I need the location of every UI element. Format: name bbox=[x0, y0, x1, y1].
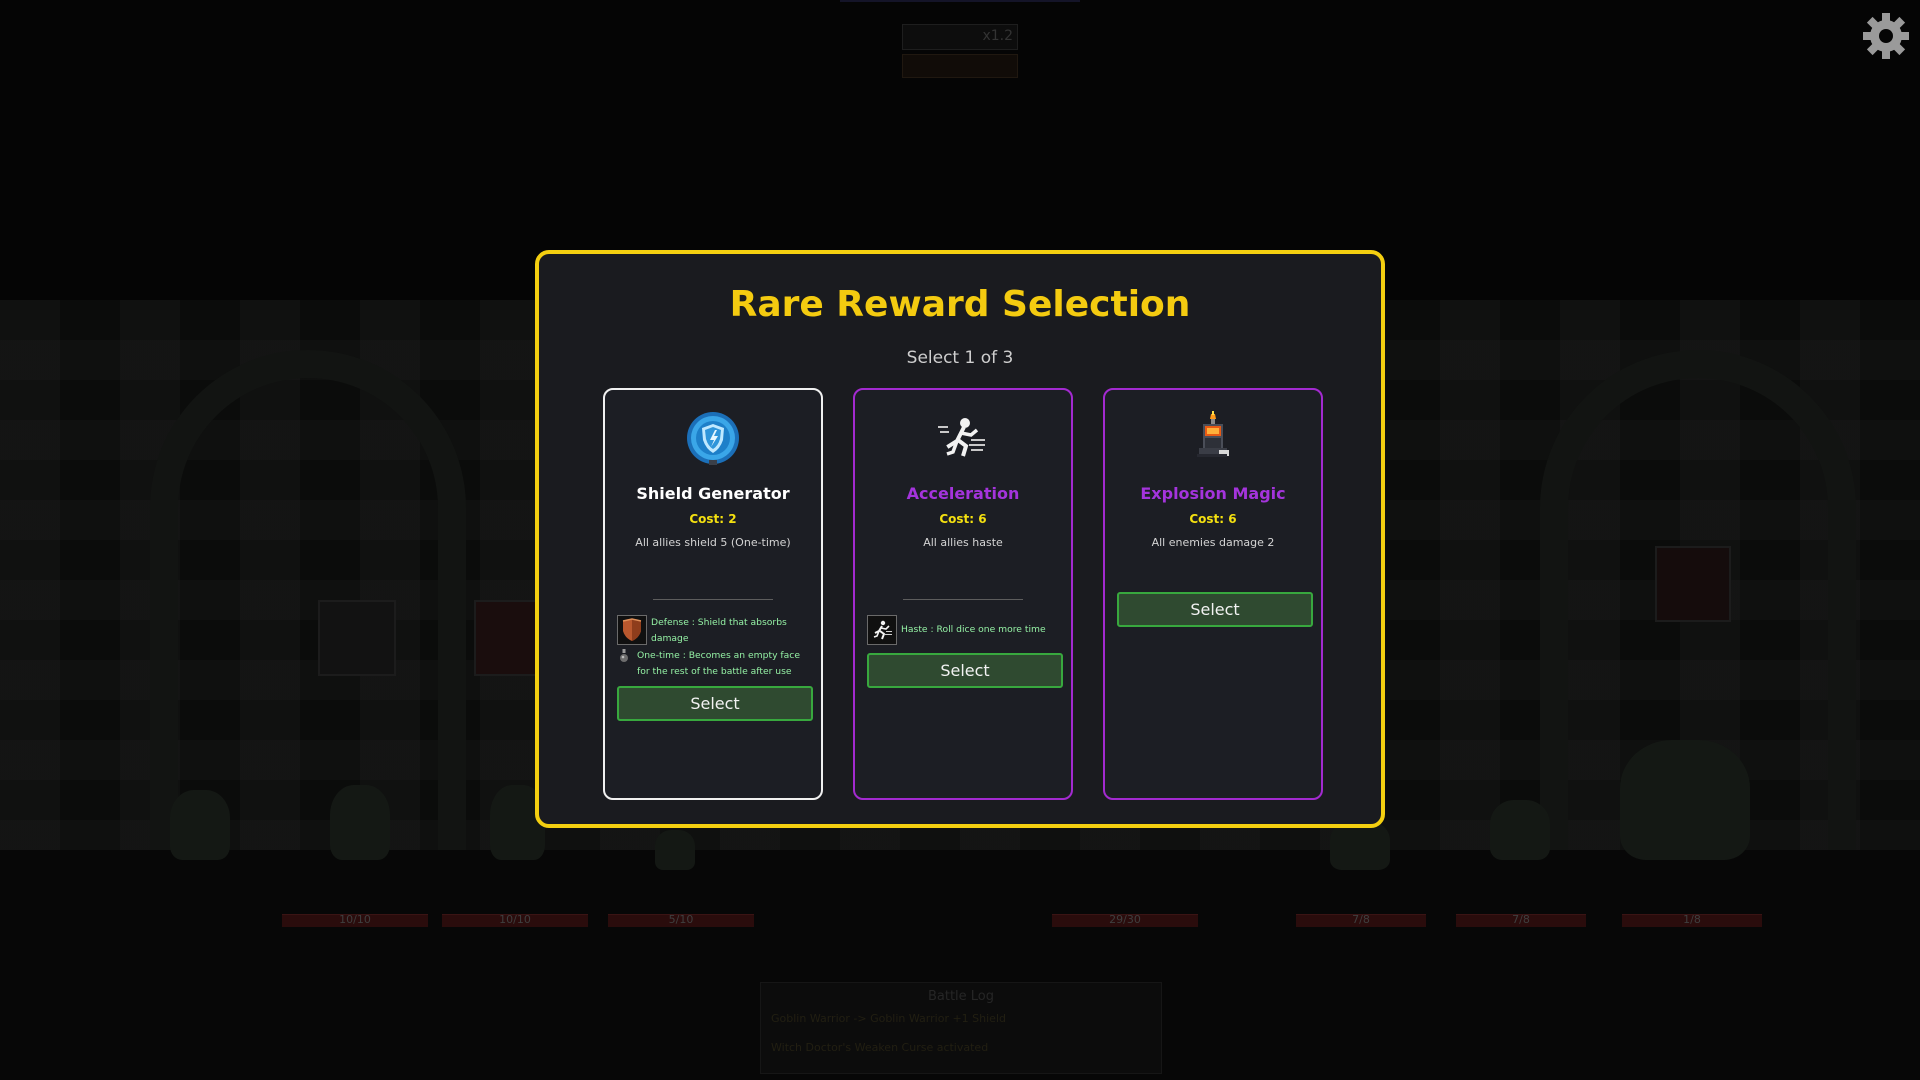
card-description: All enemies damage 2 bbox=[1151, 536, 1275, 549]
card-description: All allies shield 5 (One-time) bbox=[635, 536, 791, 549]
select-button[interactable]: Select bbox=[617, 686, 813, 721]
keyword-one-time: One-time : Becomes an empty face for the… bbox=[617, 648, 811, 680]
top-progress-bar bbox=[840, 0, 1080, 2]
battle-log: Battle Log Goblin Warrior -> Goblin Warr… bbox=[760, 982, 1162, 1074]
hp-bar: 1/8 bbox=[1622, 913, 1762, 927]
hp-bar: 7/8 bbox=[1296, 913, 1426, 927]
treasure-chest-tile bbox=[318, 600, 396, 676]
card-divider bbox=[653, 599, 773, 600]
sword-tile bbox=[1655, 546, 1731, 622]
shield-generator-icon bbox=[685, 410, 741, 466]
card-cost: Cost: 2 bbox=[689, 512, 737, 526]
banner-tile bbox=[474, 600, 538, 676]
card-name: Acceleration bbox=[906, 484, 1020, 503]
enemy-sprite bbox=[1490, 800, 1550, 860]
enemy-boss-sprite bbox=[1620, 740, 1750, 860]
card-cost: Cost: 6 bbox=[939, 512, 987, 526]
reward-card-explosion-magic[interactable]: Explosion Magic Cost: 6 All enemies dama… bbox=[1103, 388, 1323, 800]
keyword-text: Haste : Roll dice one more time bbox=[901, 624, 1046, 635]
card-cost: Cost: 6 bbox=[1189, 512, 1237, 526]
ally-sprite bbox=[170, 790, 230, 860]
reward-selection-modal: Rare Reward Selection Select 1 of 3 Shie… bbox=[535, 250, 1385, 828]
reward-card-shield-generator[interactable]: Shield Generator Cost: 2 All allies shie… bbox=[603, 388, 823, 800]
hp-bar: 7/8 bbox=[1456, 913, 1586, 927]
select-button[interactable]: Select bbox=[867, 653, 1063, 688]
modal-title: Rare Reward Selection bbox=[729, 284, 1191, 325]
reward-card-acceleration[interactable]: Acceleration Cost: 6 All allies haste Ha… bbox=[853, 388, 1073, 800]
settings-gear-icon[interactable] bbox=[1862, 12, 1910, 60]
hp-bar: 10/10 bbox=[282, 913, 428, 927]
haste-icon bbox=[867, 615, 897, 645]
hp-bar: 5/10 bbox=[608, 913, 754, 927]
running-figure-icon bbox=[935, 410, 991, 466]
card-name: Shield Generator bbox=[636, 484, 790, 503]
potion-icon bbox=[617, 649, 631, 663]
ally-sprite bbox=[330, 785, 390, 860]
ally-sprite bbox=[655, 830, 695, 870]
card-divider bbox=[903, 599, 1023, 600]
keyword-haste: Haste : Roll dice one more time bbox=[867, 615, 1061, 645]
keyword-defense: Defense : Shield that absorbs damage bbox=[617, 615, 811, 647]
hp-bar: 10/10 bbox=[442, 913, 588, 927]
bomb-icon bbox=[1185, 410, 1241, 466]
select-button[interactable]: Select bbox=[1117, 592, 1313, 627]
shield-icon bbox=[617, 615, 647, 645]
modal-subtitle: Select 1 of 3 bbox=[906, 348, 1014, 368]
card-name: Explosion Magic bbox=[1140, 484, 1286, 503]
speed-control[interactable]: x1.2 bbox=[902, 24, 1018, 50]
card-description: All allies haste bbox=[923, 536, 1003, 549]
pause-bar[interactable] bbox=[902, 54, 1018, 78]
keyword-text: Defense : Shield that absorbs damage bbox=[651, 617, 787, 644]
hp-bar: 29/30 bbox=[1052, 913, 1198, 927]
keyword-text: One-time : Becomes an empty face for the… bbox=[637, 650, 800, 677]
